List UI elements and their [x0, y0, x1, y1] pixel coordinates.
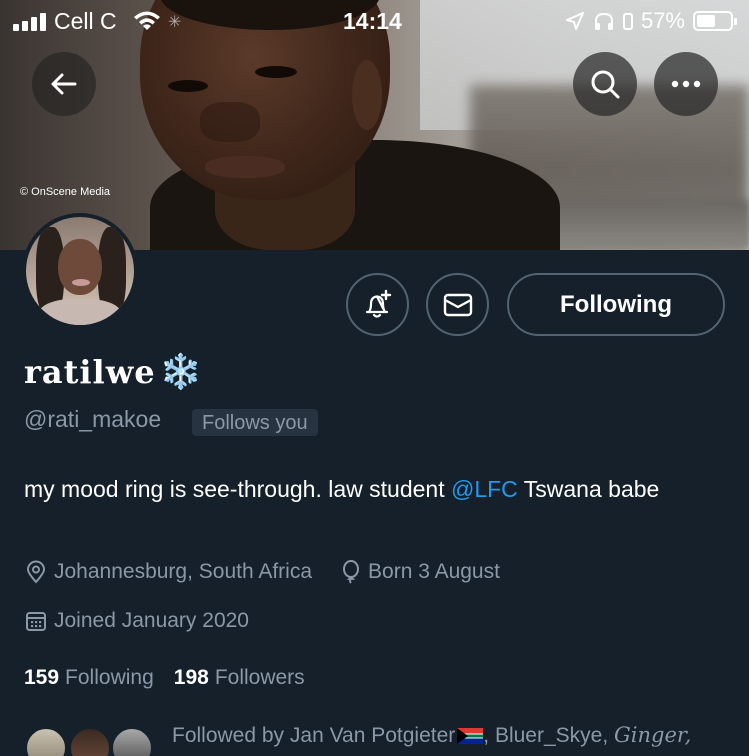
activity-spinner-icon: ✳ [168, 14, 182, 31]
arrow-left-icon [51, 73, 77, 95]
followers-label: Followers [214, 666, 305, 689]
carrier-name: Cell C [54, 8, 117, 34]
wifi-icon [134, 11, 160, 30]
search-icon [591, 70, 620, 99]
joined-item: Joined January 2020 [24, 609, 249, 633]
bio-text-end: Tswana babe [517, 476, 660, 502]
following-label: Following [65, 666, 154, 689]
snowflake-emoji: ❄️ [159, 352, 203, 392]
followers-count: 198 [173, 666, 209, 689]
follower-avatar [24, 726, 68, 756]
following-count-link[interactable]: 159 Following [24, 666, 154, 690]
following-button[interactable]: Following [507, 273, 725, 336]
headphones-icon [594, 12, 613, 30]
display-name-text: ratilwe [24, 353, 156, 391]
birthday-item: Born 3 August [340, 560, 500, 584]
portrait-lock-icon [622, 13, 633, 30]
follows-you-badge: Follows you [192, 409, 318, 436]
joined-text: Joined January 2020 [54, 609, 249, 632]
display-name: ratilwe ❄️ [24, 352, 203, 392]
follow-counts: 159 Following 198 Followers [24, 666, 325, 690]
banner-credit: © OnScene Media [20, 186, 111, 198]
profile-avatar[interactable] [22, 213, 138, 329]
followers-count-link[interactable]: 198 Followers [174, 666, 305, 690]
followed-by-ginger: Ginger, [614, 723, 692, 747]
calendar-icon [26, 612, 46, 631]
bio-text: my mood ring is see-through. law student [24, 476, 451, 502]
battery-icon [693, 11, 737, 31]
notifications-button[interactable] [346, 273, 409, 336]
followed-by-text[interactable]: Followed by Jan Van Potgieter , Bluer_Sky… [172, 723, 691, 748]
follower-avatar [68, 726, 112, 756]
cellular-signal-icon [13, 13, 47, 31]
back-button[interactable] [32, 52, 96, 116]
follower-avatar [110, 726, 154, 756]
location-item: Johannesburg, South Africa [24, 560, 312, 584]
search-button[interactable] [573, 52, 637, 116]
battery-percent: 57% [640, 8, 685, 33]
message-button[interactable] [426, 273, 489, 336]
profile-meta: Johannesburg, South Africa Born 3 August [24, 560, 528, 584]
status-bar: Cell C ✳ 14:14 57% [0, 0, 749, 42]
bio-mention-link[interactable]: @LFC [451, 476, 518, 502]
balloon-icon [343, 560, 360, 584]
profile-handle: @rati_makoe [24, 406, 162, 432]
envelope-icon [443, 293, 472, 316]
more-options-button[interactable] [654, 52, 718, 116]
bell-plus-icon [365, 289, 391, 318]
followed-by-rest: , Bluer_Skye, [483, 724, 615, 747]
location-text: Johannesburg, South Africa [54, 560, 313, 583]
followed-by-avatars[interactable] [24, 726, 164, 756]
more-horizontal-icon [671, 80, 701, 88]
status-time: 14:14 [343, 8, 402, 34]
south-africa-flag-icon [457, 728, 484, 745]
profile-bio: my mood ring is see-through. law student… [24, 471, 724, 507]
birthday-text: Born 3 August [368, 560, 500, 583]
location-arrow-icon [565, 12, 584, 30]
following-count: 159 [24, 666, 60, 689]
followed-by-prefix: Followed by Jan Van Potgieter [172, 724, 456, 747]
location-pin-icon [26, 560, 46, 584]
joined-row: Joined January 2020 [24, 609, 277, 633]
